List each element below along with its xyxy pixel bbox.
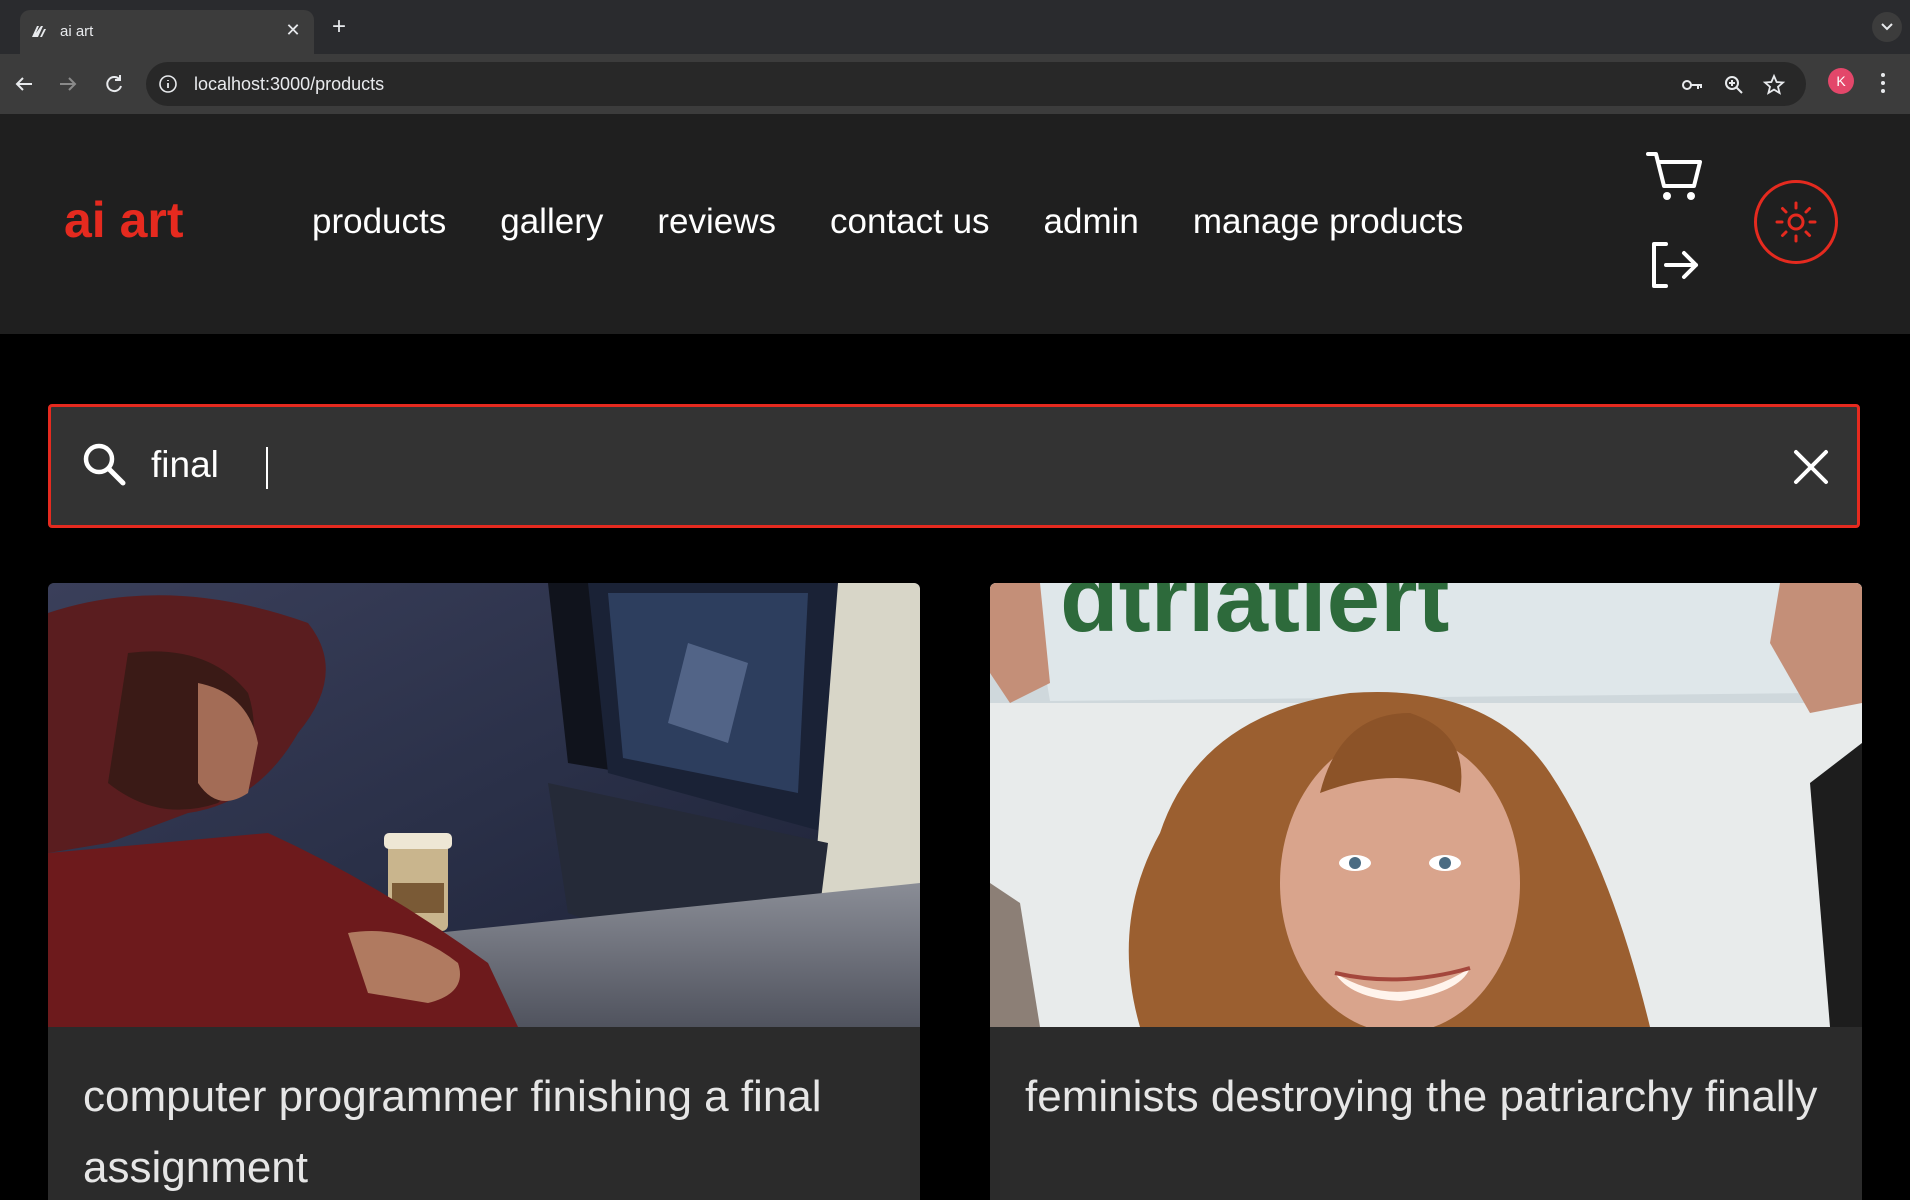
zoom-icon[interactable] [1722, 73, 1746, 97]
nav-contact-us[interactable]: contact us [830, 200, 990, 244]
banner-lettering: dtriatiert [1060, 583, 1449, 652]
product-search [48, 404, 1860, 528]
nav-products[interactable]: products [312, 200, 446, 244]
nav-manage-products[interactable]: manage products [1193, 200, 1463, 244]
new-tab-button[interactable]: + [328, 15, 350, 39]
theme-toggle-button[interactable] [1754, 180, 1838, 264]
nav-admin[interactable]: admin [1044, 200, 1139, 244]
site-info-icon[interactable] [158, 74, 178, 94]
tab-title: ai art [60, 23, 94, 40]
kebab-menu-icon[interactable] [1876, 70, 1890, 96]
profile-avatar[interactable]: K [1828, 68, 1854, 94]
reload-icon[interactable] [100, 70, 128, 98]
nav-reviews[interactable]: reviews [657, 200, 776, 244]
product-image-banner: dtriatiert [990, 583, 1862, 1027]
main-nav: products gallery reviews contact us admi… [312, 200, 1517, 244]
search-icon [83, 443, 126, 486]
sun-icon [1775, 201, 1817, 243]
star-icon[interactable] [1762, 73, 1786, 97]
logout-icon[interactable] [1646, 238, 1702, 292]
back-arrow-icon[interactable] [10, 70, 38, 98]
key-icon[interactable] [1680, 73, 1704, 97]
address-bar[interactable]: localhost:3000/products [146, 62, 1806, 106]
url-text: localhost:3000/products [194, 74, 385, 94]
product-title[interactable]: computer programmer finishing a final as… [83, 1061, 883, 1200]
favicon-icon [32, 26, 46, 37]
text-caret [266, 447, 268, 489]
cart-icon[interactable] [1644, 148, 1704, 204]
forward-arrow-icon[interactable] [54, 70, 82, 98]
product-title[interactable]: feminists destroying the patriarchy fina… [1025, 1061, 1825, 1132]
product-card[interactable]: dtriatiert feminists destroying the patr… [990, 583, 1862, 1200]
site-header: ai art products gallery reviews contact … [0, 114, 1910, 334]
search-input[interactable] [151, 433, 1751, 497]
browser-tab[interactable]: ai art ✕ [20, 10, 314, 54]
product-card[interactable]: computer programmer finishing a final as… [48, 583, 920, 1200]
tab-search-button[interactable] [1872, 12, 1902, 42]
product-image-programmer [48, 583, 920, 1027]
browser-tab-bar: ai art ✕ + [0, 0, 1910, 54]
site-logo[interactable]: ai art [64, 192, 184, 248]
tab-close-icon[interactable]: ✕ [282, 19, 304, 41]
chevron-down-icon [1881, 23, 1893, 31]
nav-gallery[interactable]: gallery [500, 200, 603, 244]
clear-icon[interactable] [1791, 447, 1831, 487]
browser-toolbar: localhost:3000/products K [0, 54, 1910, 114]
